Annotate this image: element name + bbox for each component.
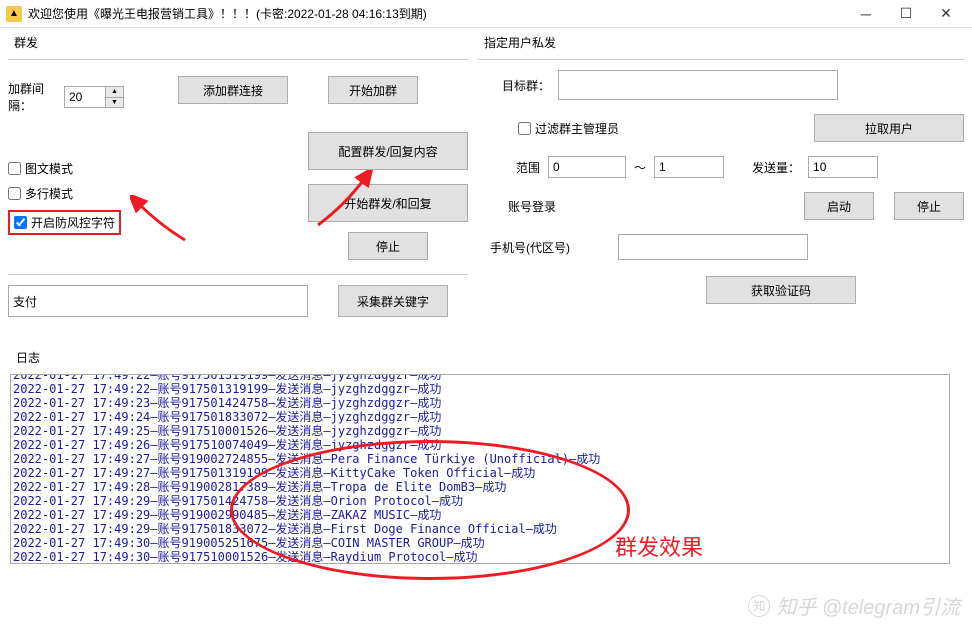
range-from-input[interactable] xyxy=(548,156,626,178)
app-icon: ▲ xyxy=(6,6,22,22)
get-code-button[interactable]: 获取验证码 xyxy=(706,276,856,304)
pull-users-button[interactable]: 拉取用户 xyxy=(814,114,964,142)
start-join-button[interactable]: 开始加群 xyxy=(328,76,418,104)
log-section: 日志 2022-01-27 17:49:22—账号917501319199—发送… xyxy=(0,323,972,564)
phone-input[interactable] xyxy=(618,234,808,260)
phone-label: 手机号(代区号) xyxy=(478,239,578,256)
watermark-text: 知乎 @telegram引流 xyxy=(776,591,960,620)
panel-dm: 指定用户私发 目标群： 过滤群主管理员 拉取用户 范围 ～ 发送量： xyxy=(478,34,964,323)
log-line: 2022-01-27 17:49:30—账号917510001526—发送消息—… xyxy=(11,550,949,564)
multiline-label: 多行模式 xyxy=(25,185,73,202)
collect-keyword-button[interactable]: 采集群关键字 xyxy=(338,285,448,317)
close-button[interactable]: ✕ xyxy=(926,0,966,28)
start2-button[interactable]: 启动 xyxy=(804,192,874,220)
log-line: 2022-01-27 17:49:25—账号917510001526—发送消息—… xyxy=(11,424,949,438)
add-link-button[interactable]: 添加群连接 xyxy=(178,76,288,104)
stop-button[interactable]: 停止 xyxy=(348,232,428,260)
target-label: 目标群： xyxy=(478,77,558,94)
login-label: 账号登录 xyxy=(508,198,556,215)
log-line: 2022-01-27 17:49:22—账号917501319199—发送消息—… xyxy=(11,382,949,396)
interval-input[interactable] xyxy=(65,87,105,107)
risk-checkbox[interactable]: 开启防风控字符 xyxy=(14,214,115,231)
maximize-button[interactable]: ☐ xyxy=(886,0,926,28)
range-to-input[interactable] xyxy=(654,156,724,178)
panel-bulk-send: 群发 加群间隔： ▲ ▼ 图文模式 xyxy=(8,34,468,323)
log-line: 2022-01-27 17:49:23—账号917501424758—发送消息—… xyxy=(11,396,949,410)
interval-label: 加群间隔： xyxy=(8,80,64,114)
dm-title: 指定用户私发 xyxy=(478,34,964,51)
range-tilde: ～ xyxy=(634,159,646,176)
spinner-down-icon[interactable]: ▼ xyxy=(106,98,123,108)
log-line: 2022-01-27 17:49:29—账号917501424758—发送消息—… xyxy=(11,494,949,508)
spinner-up-icon[interactable]: ▲ xyxy=(106,87,123,98)
multiline-checkbox[interactable]: 多行模式 xyxy=(8,185,178,202)
send-count-label: 发送量： xyxy=(752,159,800,176)
range-label: 范围 xyxy=(516,159,540,176)
image-mode-checkbox[interactable]: 图文模式 xyxy=(8,160,178,177)
titlebar: ▲ 欢迎您使用《曝光王电报营销工具》！！！(卡密:2022-01-28 04:1… xyxy=(0,0,972,28)
watermark: 知 知乎 @telegram引流 xyxy=(748,591,960,620)
stop2-button[interactable]: 停止 xyxy=(894,192,964,220)
risk-checkbox-highlight: 开启防风控字符 xyxy=(8,210,121,235)
log-line: 2022-01-27 17:49:26—账号917510074049—发送消息—… xyxy=(11,438,949,452)
window-title: 欢迎您使用《曝光王电报营销工具》！！！(卡密:2022-01-28 04:16:… xyxy=(28,5,846,22)
send-count-input[interactable] xyxy=(808,156,878,178)
log-line: 2022-01-27 17:49:22—账号917501319199—发送消息—… xyxy=(11,374,949,382)
log-line: 2022-01-27 17:49:24—账号917501833072—发送消息—… xyxy=(11,410,949,424)
keyword-input[interactable] xyxy=(8,285,308,317)
bulk-title: 群发 xyxy=(8,34,468,51)
log-line: 2022-01-27 17:49:29—账号919002990485—发送消息—… xyxy=(11,508,949,522)
log-title: 日志 xyxy=(10,349,962,366)
log-line: 2022-01-27 17:49:29—账号917501833072—发送消息—… xyxy=(11,522,949,536)
log-line: 2022-01-27 17:49:27—账号919002724855—发送消息—… xyxy=(11,452,949,466)
log-line: 2022-01-27 17:49:30—账号919005251675—发送消息—… xyxy=(11,536,949,550)
filter-admin-checkbox[interactable]: 过滤群主管理员 xyxy=(518,120,619,137)
minimize-button[interactable]: ─ xyxy=(846,0,886,28)
risk-label: 开启防风控字符 xyxy=(31,214,115,231)
image-mode-label: 图文模式 xyxy=(25,160,73,177)
config-content-button[interactable]: 配置群发/回复内容 xyxy=(308,132,468,170)
start-send-button[interactable]: 开始群发/和回复 xyxy=(308,184,468,222)
filter-admin-label: 过滤群主管理员 xyxy=(535,120,619,137)
target-input[interactable] xyxy=(558,70,838,100)
zhihu-icon: 知 xyxy=(748,595,770,617)
log-box[interactable]: 2022-01-27 17:49:22—账号917501319199—发送消息—… xyxy=(10,374,950,564)
log-line: 2022-01-27 17:49:28—账号919002817389—发送消息—… xyxy=(11,480,949,494)
interval-spinner[interactable]: ▲ ▼ xyxy=(64,86,124,108)
log-line: 2022-01-27 17:49:27—账号917501319199—发送消息—… xyxy=(11,466,949,480)
